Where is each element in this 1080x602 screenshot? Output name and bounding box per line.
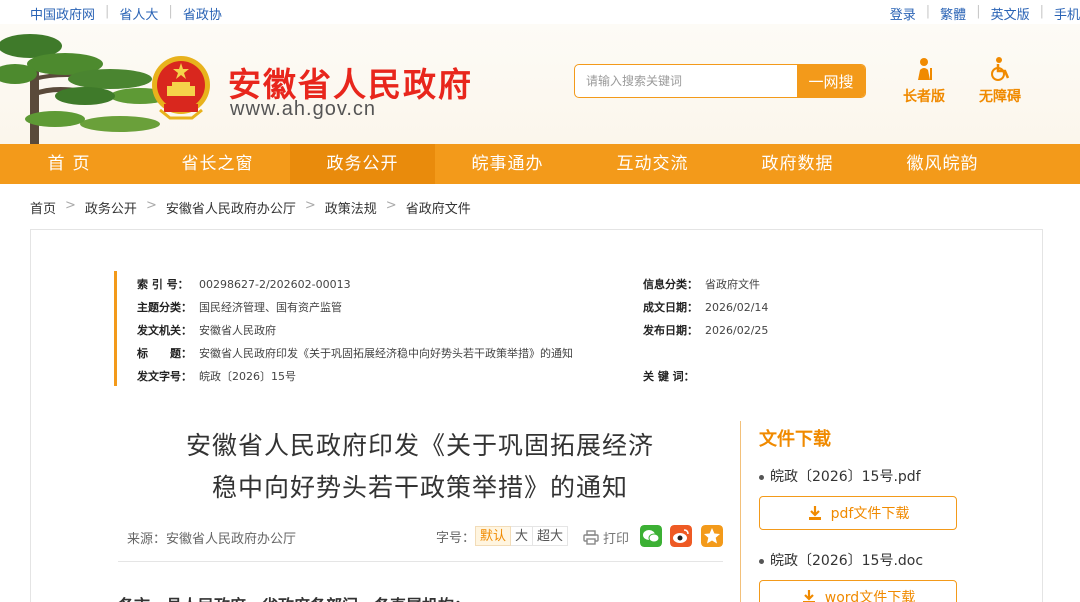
login-link[interactable]: 登录 (890, 4, 916, 23)
chevron-right-icon: > (385, 198, 397, 213)
font-size-switcher: 字号： 默认 大 超大 (436, 526, 569, 546)
nav-item-interaction[interactable]: 互动交流 (580, 144, 725, 184)
font-size-default[interactable]: 默认 (475, 526, 512, 546)
breadcrumb-home[interactable]: 首页 (30, 198, 56, 217)
meta-issuer: 发文机关： 安徽省人民政府 (137, 324, 276, 337)
nav-item-governor[interactable]: 省长之窗 (145, 144, 290, 184)
wechat-share-icon[interactable] (640, 525, 662, 547)
article-divider (118, 561, 723, 562)
breadcrumb: 首页 > 政务公开 > 安徽省人民政府办公厅 > 政策法规 > 省政府文件 (30, 198, 471, 217)
breadcrumb-general-office[interactable]: 安徽省人民政府办公厅 (166, 198, 296, 217)
article-body-start: 各市、县人民政府，省政府各部门、各直属机构： (118, 592, 470, 602)
nav-item-gov-affairs[interactable]: 政务公开 (290, 144, 435, 184)
font-size-label: 字号： (436, 530, 476, 546)
meta-created-date: 成文日期： 2026/02/14 (643, 301, 769, 314)
elder-mode-button[interactable]: 长者版 (894, 56, 954, 106)
print-button[interactable]: 打印 (583, 528, 629, 547)
nav-item-culture[interactable]: 徽风皖韵 (870, 144, 1015, 184)
search-button[interactable]: 一网搜 (797, 65, 865, 97)
search-input[interactable] (575, 65, 800, 97)
download-file-name-doc: 皖政〔2026〕15号.doc (759, 550, 923, 570)
article-title: 安徽省人民政府印发《关于巩固拓展经济 稳中向好势头若干政策举措》的通知 (130, 425, 710, 509)
chevron-right-icon: > (65, 198, 76, 213)
bullet-icon (759, 474, 764, 480)
accessibility-button[interactable]: 无障碍 (970, 56, 1030, 106)
breadcrumb-policies[interactable]: 政策法规 (325, 198, 377, 217)
site-header: 安徽省人民政府 www.ah.gov.cn 一网搜 长者版 无障碍 (0, 24, 1080, 144)
accessibility-label: 无障碍 (979, 89, 1021, 105)
font-size-extra-large[interactable]: 超大 (533, 526, 569, 546)
pdf-download-button[interactable]: pdf文件下载 (759, 496, 957, 530)
article-title-line-2: 稳中向好势头若干政策举措》的通知 (211, 473, 628, 502)
print-label: 打印 (603, 532, 630, 547)
article-source: 来源：安徽省人民政府办公厅 (127, 532, 297, 547)
chevron-right-icon: > (304, 198, 316, 213)
font-size-large[interactable]: 大 (511, 526, 534, 546)
national-emblem-icon (152, 56, 210, 120)
meta-topic: 主题分类： 国民经济管理、国有资产监管 (137, 301, 342, 314)
elder-mode-label: 长者版 (903, 89, 945, 105)
pdf-download-label: pdf文件下载 (830, 506, 910, 522)
nav-item-home[interactable]: 首页 (0, 144, 145, 184)
search-box: 一网搜 (574, 64, 866, 98)
bullet-icon (759, 558, 764, 564)
breadcrumb-provincial-docs[interactable]: 省政府文件 (406, 198, 471, 217)
top-links-left: 中国政府网 | 省人大 | 省政协 (30, 4, 222, 23)
meta-index-no: 索 引 号： 00298627-2/202602-00013 (137, 278, 351, 291)
download-file-name-pdf: 皖政〔2026〕15号.pdf (759, 466, 921, 486)
link-provincial-cppcc[interactable]: 省政协 (183, 4, 222, 23)
meta-info-category: 信息分类： 省政府文件 (643, 278, 760, 291)
link-gov-cn[interactable]: 中国政府网 (30, 4, 95, 23)
printer-icon (583, 530, 599, 545)
nav-item-services[interactable]: 皖事通办 (435, 144, 580, 184)
elder-icon (918, 58, 932, 80)
download-sidebar-rule (740, 421, 741, 602)
breadcrumb-gov-affairs[interactable]: 政务公开 (85, 198, 137, 217)
weibo-share-icon[interactable] (670, 525, 692, 547)
nav-item-gov-data[interactable]: 政府数据 (725, 144, 870, 184)
downloads-title: 文件下载 (759, 429, 831, 450)
pine-tree-illustration (0, 34, 170, 144)
link-provincial-congress[interactable]: 省人大 (119, 4, 158, 23)
download-icon (808, 506, 821, 520)
main-nav: 首页 省长之窗 政务公开 皖事通办 互动交流 政府数据 徽风皖韵 (0, 144, 1080, 184)
meta-published-date: 发布日期： 2026/02/25 (643, 324, 769, 337)
mobile-version-link[interactable]: 手机 (1054, 4, 1080, 23)
word-download-label: word文件下载 (824, 590, 916, 602)
word-download-button[interactable]: word文件下载 (759, 580, 957, 602)
english-version-link[interactable]: 英文版 (991, 4, 1030, 23)
meta-keywords: 关 键 词： (643, 370, 695, 383)
wheelchair-icon (991, 57, 1010, 81)
top-bar: 中国政府网 | 省人大 | 省政协 登录 | 繁體 | 英文版 | 手机 (0, 0, 1080, 24)
download-icon (802, 590, 815, 602)
meta-doc-no: 发文字号： 皖政〔2026〕15号 (137, 370, 296, 383)
meta-title: 标 题： 安徽省人民政府印发《关于巩固拓展经济稳中向好势头若干政策举措》的通知 (137, 347, 573, 360)
site-url: www.ah.gov.cn (230, 98, 377, 120)
top-links-right: 登录 | 繁體 | 英文版 | 手机 (889, 4, 1080, 23)
article-title-line-1: 安徽省人民政府印发《关于巩固拓展经济 (185, 431, 654, 460)
favorite-star-icon[interactable] (701, 525, 723, 547)
traditional-chinese-link[interactable]: 繁體 (940, 4, 966, 23)
chevron-right-icon: > (145, 198, 157, 213)
